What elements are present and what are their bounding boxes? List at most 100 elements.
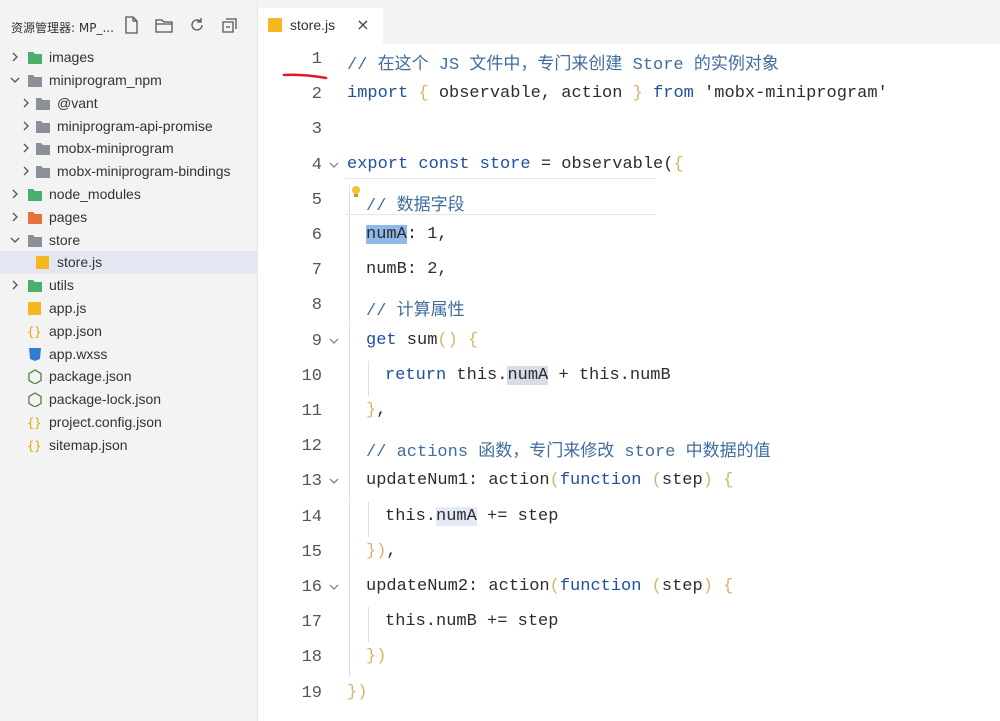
chevron-right-icon[interactable] (19, 118, 33, 134)
indent-guide (349, 607, 350, 643)
svg-text:{}: {} (27, 416, 41, 430)
chevron-right-icon[interactable] (8, 49, 22, 65)
lightbulb-icon[interactable] (350, 184, 362, 198)
code-token: // 在这个 JS 文件中，专门来创建 Store 的实例对象 (347, 56, 779, 75)
indent-guide (349, 290, 350, 326)
folder-icon (35, 141, 51, 156)
chevron-right-icon[interactable] (8, 209, 22, 225)
new-file-icon[interactable] (121, 15, 141, 35)
code-token: }) (366, 541, 387, 561)
code-line[interactable]: 11}, (258, 396, 1000, 431)
code-token: updateNum2: action (366, 577, 550, 596)
chevron-right-icon[interactable] (19, 95, 33, 111)
tree-item-images[interactable]: images (0, 46, 257, 69)
code-line[interactable]: 7 numB: 2, (258, 255, 1000, 291)
code-line[interactable]: 10 return this.numA + this.numB (258, 360, 1000, 396)
code-text: }) (347, 683, 367, 702)
tree-item-mobx-miniprogram-bindings[interactable]: mobx-miniprogram-bindings (0, 160, 257, 183)
code-token: ( (651, 471, 662, 491)
tree-item-utils[interactable]: utils (0, 274, 257, 297)
tree-item-label: package-lock.json (49, 391, 162, 407)
folder-icon (27, 278, 43, 293)
tree-item-label: sitemap.json (49, 437, 128, 453)
tree-item-miniprogram-api-promise[interactable]: miniprogram-api-promise (0, 115, 257, 138)
tree-item-mobx-miniprogram[interactable]: mobx-miniprogram (0, 137, 257, 160)
code-token: { (673, 154, 684, 174)
fold-chevron-icon[interactable] (328, 472, 340, 485)
folder-icon (27, 187, 43, 202)
code-line[interactable]: 1// 在这个 JS 文件中，专门来创建 Store 的实例对象 (258, 44, 1000, 79)
chevron-down-icon[interactable] (8, 72, 22, 88)
chevron-right-icon[interactable] (19, 140, 33, 156)
tree-item-app-wxss[interactable]: app.wxss (0, 343, 257, 366)
tree-item-label: app.json (49, 323, 102, 339)
code-token: this.numB += step (385, 612, 559, 632)
tree-item-label: mobx-miniprogram (57, 140, 174, 156)
fold-chevron-icon[interactable] (328, 332, 340, 344)
code-line[interactable]: 19}) (258, 678, 1000, 713)
code-line[interactable]: 3 (258, 114, 1000, 149)
chevron-right-icon[interactable] (19, 163, 33, 179)
code-line[interactable]: 9 get sum() { (258, 325, 1000, 361)
tree-item-node-modules[interactable]: node_modules (0, 183, 257, 206)
code-text: // actions 函数，专门来修改 store 中数据的值 (366, 436, 771, 462)
code-editor[interactable]: 1// 在这个 JS 文件中，专门来创建 Store 的实例对象 2 import … (258, 44, 1000, 721)
code-text: numB: 2, (366, 260, 448, 279)
chevron-right-icon[interactable] (8, 277, 22, 293)
tree-item-label: node_modules (49, 186, 141, 202)
code-line[interactable]: 15}), (258, 536, 1000, 572)
code-line[interactable]: 13 updateNum1: action(function (step) { (258, 466, 1000, 502)
close-icon[interactable]: × (354, 14, 372, 36)
tree-item-package-lock-json[interactable]: package-lock.json (0, 388, 257, 411)
code-token: 'mobx-miniprogram' (693, 84, 888, 104)
code-line[interactable]: 2 import { observable, action } from 'mob… (258, 79, 1000, 114)
tree-item-label: images (49, 49, 95, 65)
line-number: 13 (301, 472, 322, 492)
tree-item-store[interactable]: store (0, 229, 257, 252)
indent-guide (349, 642, 350, 678)
tab-store-js[interactable]: store.js × (258, 8, 383, 44)
tree-item--vant[interactable]: @vant (0, 92, 257, 115)
collapse-all-icon[interactable] (220, 15, 240, 35)
fold-chevron-icon[interactable] (328, 156, 340, 168)
code-line[interactable]: 6 numA: 1, (258, 220, 1000, 255)
code-line[interactable]: 18}) (258, 642, 1000, 678)
tree-item-store-js[interactable]: store.js (0, 251, 257, 274)
tree-item-project-config-json[interactable]: {} project.config.json (0, 411, 257, 434)
indent-guide (349, 572, 350, 607)
chevron-right-icon[interactable] (8, 186, 22, 202)
refresh-icon[interactable] (187, 15, 207, 35)
code-line[interactable]: 17 this.numB += step (258, 607, 1000, 643)
tree-item-pages[interactable]: pages (0, 206, 257, 229)
code-text: get sum() { (366, 331, 478, 350)
line-number: 14 (301, 507, 322, 527)
code-line[interactable]: 8 // 计算属性 (258, 290, 1000, 326)
code-line[interactable]: 14 this.numA += step (258, 501, 1000, 537)
fold-chevron-icon[interactable] (328, 578, 340, 590)
tree-item-app-js[interactable]: app.js (0, 297, 257, 320)
code-line[interactable]: 12 // actions 函数，专门来修改 store 中数据的值 (258, 431, 1000, 467)
code-token: () (437, 330, 458, 350)
code-token: // 计算属性 (366, 302, 465, 322)
code-token: export const store (347, 154, 531, 174)
new-folder-icon[interactable] (154, 15, 174, 35)
code-token: updateNum1: action (366, 471, 550, 491)
code-token: return (385, 365, 447, 385)
tree-item-sitemap-json[interactable]: {} sitemap.json (0, 434, 257, 457)
code-token: = observable( (530, 154, 674, 174)
tree-item-miniprogram-npm[interactable]: miniprogram_npm (0, 69, 257, 92)
code-token: import (347, 84, 409, 104)
code-line[interactable]: 16 updateNum2: action(function (step) { (258, 572, 1000, 607)
tree-item-label: store.js (57, 254, 103, 270)
tree-item-app-json[interactable]: {} app.json (0, 320, 257, 343)
tree-item-package-json[interactable]: package.json (0, 365, 257, 388)
code-token: from (653, 84, 694, 104)
line-number: 18 (301, 648, 322, 668)
chevron-down-icon[interactable] (8, 232, 22, 248)
